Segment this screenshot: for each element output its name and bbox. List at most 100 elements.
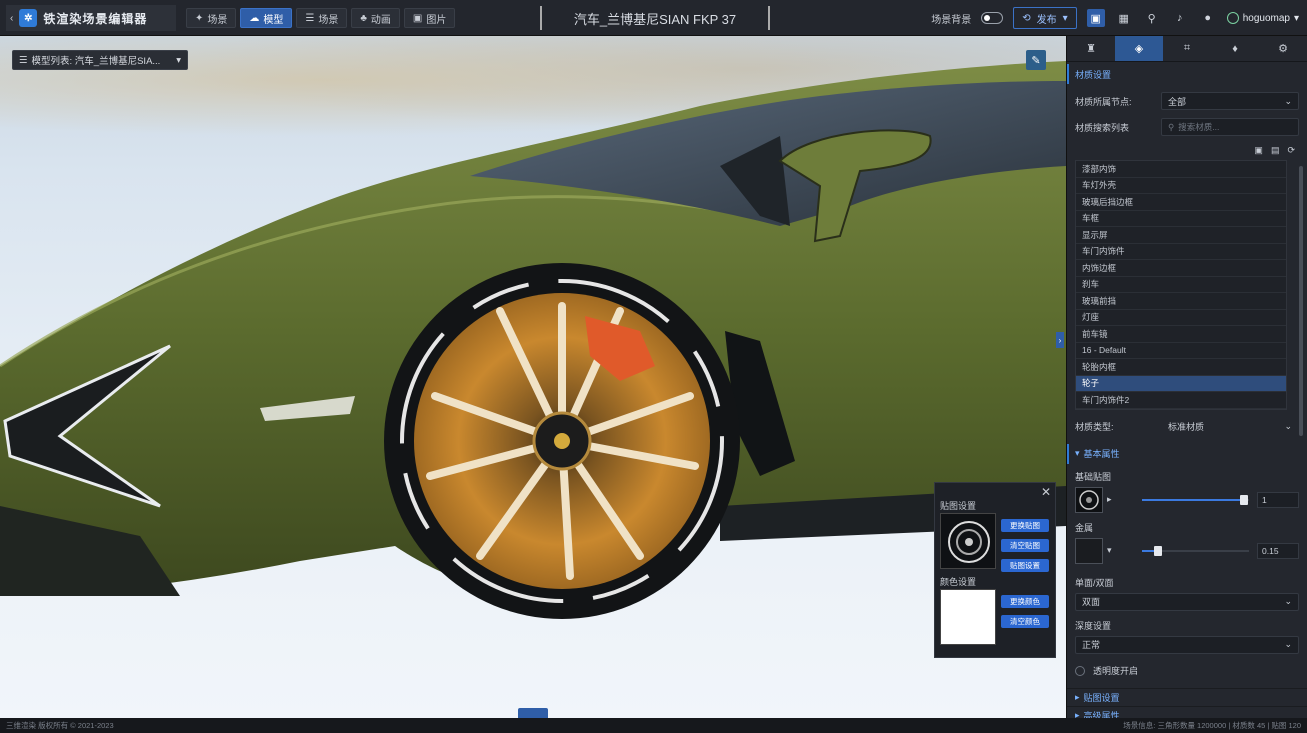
refresh-icon[interactable]: ⟳	[1287, 145, 1295, 156]
list-item[interactable]: 玻璃前挡	[1076, 293, 1286, 310]
user-chevron-icon: ▾	[1293, 12, 1299, 24]
texture-settings-header[interactable]: ▸ 贴图设置	[1067, 687, 1307, 706]
material-search-row: 材质搜索列表 ⚲ 搜索材质...	[1067, 116, 1307, 138]
bg-toggle[interactable]	[981, 12, 1004, 24]
material-node-select[interactable]: 全部 ⌄	[1161, 92, 1299, 110]
avatar	[1226, 12, 1239, 24]
model-list-dropdown[interactable]: ☰ 模型列表: 汽车_兰博基尼SIA... ▾	[12, 50, 188, 70]
chevron-down-icon: ⌄	[1284, 421, 1292, 431]
close-icon[interactable]: ✕	[1041, 485, 1051, 499]
back-icon[interactable]: ‹	[10, 13, 13, 24]
save-icon[interactable]: ▣	[1086, 9, 1105, 27]
blend-select[interactable]: 双面 ⌄	[1075, 592, 1299, 611]
chevron-down-icon: ▾	[1062, 12, 1068, 24]
user-menu[interactable]: hoguomap ▾	[1226, 12, 1299, 24]
option-checkbox[interactable]	[1075, 665, 1085, 676]
depth-row: 正常 ⌄	[1067, 634, 1307, 656]
texture-settings-button[interactable]: 贴图设置	[1001, 559, 1049, 572]
mode-tab-model[interactable]: ☁ 模型	[240, 8, 293, 28]
light-icon: ♦	[1232, 42, 1238, 55]
tab-transform[interactable]: ⌗	[1163, 36, 1211, 61]
list-item[interactable]: 车灯外壳	[1076, 177, 1286, 194]
list-item[interactable]: 玻璃后挡边框	[1076, 194, 1286, 211]
3d-viewport[interactable]: ☰ 模型列表: 汽车_兰博基尼SIA... ▾ ✎ › ✕ 贴图设置 更换贴图 …	[0, 36, 1066, 718]
clear-texture-button[interactable]: 清空贴图	[1001, 539, 1049, 552]
blend-row: 双面 ⌄	[1067, 591, 1307, 613]
swatch-arrow-icon[interactable]: ▸	[1107, 494, 1112, 505]
material-list: 漆部内饰 车灯外壳 玻璃后挡边框 车框 显示屏 车门内饰件 内饰边框 刹车 玻璃前挡 灯座 前车镜 1…	[1075, 160, 1287, 410]
metal-slider-knob[interactable]	[1153, 545, 1162, 556]
color-thumbnail[interactable]	[940, 589, 996, 645]
status-bar: 三维渲染 版权所有 © 2021-2023 场景信息: 三角形数量 120000…	[0, 718, 1307, 733]
mode-tab-scene[interactable]: ✦ 场景	[186, 8, 237, 28]
list-item[interactable]: 轮子	[1076, 375, 1286, 392]
bg-toggle-label: 场景背景	[931, 14, 972, 26]
list-item[interactable]: 前车镜	[1076, 326, 1286, 343]
base-color-value[interactable]: 1	[1257, 491, 1299, 508]
scene-icon: ✦	[195, 12, 204, 24]
list-icon: ☰	[305, 12, 315, 24]
copy-icon[interactable]: ▣	[1254, 145, 1263, 156]
hub-logo	[554, 433, 570, 449]
sidebar-tabs: ♜ ◈ ⌗ ♦ ⚙	[1067, 36, 1307, 62]
mode-tab-image[interactable]: ▣ 图片	[403, 8, 456, 28]
paste-icon[interactable]: ▤	[1271, 145, 1280, 156]
list-item[interactable]: 车门内饰件	[1076, 243, 1286, 260]
top-right-tools: 场景背景 ⟲ 发布 ▾ ▣ ▦ ⚲ ♪ ● hoguomap ▾	[931, 7, 1299, 29]
publish-button[interactable]: ⟲ 发布 ▾	[1013, 7, 1077, 29]
shader-row: 材质类型: 标准材质 ⌄	[1067, 416, 1307, 438]
properties-sidebar: ♜ ◈ ⌗ ♦ ⚙ 材质设置 材质所属节点: 全部 ⌄ 材质搜索列表 ⚲ 搜索材质.…	[1066, 36, 1307, 721]
tab-settings[interactable]: ⚙	[1259, 36, 1307, 61]
depth-select[interactable]: 正常 ⌄	[1075, 635, 1299, 654]
texture-panel: ✕ 贴图设置 更换贴图 清空贴图 贴图设置 颜色设置 更换颜色 清空颜色	[934, 482, 1056, 658]
mode-tab-animation[interactable]: ♣ 动画	[351, 8, 400, 28]
grid-icon[interactable]: ▦	[1115, 9, 1133, 27]
tab-light[interactable]: ♦	[1211, 36, 1259, 61]
model-icon: ☁	[249, 12, 260, 24]
tab-hierarchy[interactable]: ♜	[1067, 36, 1115, 61]
swatch-arrow-icon[interactable]: ▾	[1107, 545, 1112, 556]
base-color-swatch[interactable]	[1075, 486, 1103, 513]
app-logo[interactable]: ‹ ✲ 铁渲染场景编辑器	[6, 5, 176, 31]
list-item[interactable]: 漆部内饰	[1076, 161, 1286, 178]
base-color-slider-knob[interactable]	[1239, 494, 1248, 505]
bottom-panel-toggle[interactable]	[518, 708, 548, 718]
replace-color-button[interactable]: 更换颜色	[1001, 595, 1049, 608]
list-item[interactable]: 灯座	[1076, 309, 1286, 326]
metal-slider[interactable]	[1141, 545, 1249, 556]
tab-material[interactable]: ◈	[1115, 36, 1163, 61]
list-item[interactable]: 车框	[1076, 210, 1286, 227]
search-icon[interactable]: ⚲	[1143, 9, 1161, 27]
metal-swatch[interactable]	[1075, 537, 1103, 564]
edit-pen-button[interactable]: ✎	[1026, 50, 1046, 70]
metal-value[interactable]: 0.15	[1257, 542, 1299, 559]
mode-tab-scene-2[interactable]: ☰ 场景	[296, 8, 348, 28]
publish-icon: ⟲	[1022, 12, 1031, 24]
color-section-label: 颜色设置	[940, 577, 977, 587]
material-search-input[interactable]: ⚲ 搜索材质...	[1161, 118, 1299, 136]
list-item[interactable]: 刹车	[1076, 276, 1286, 293]
chevron-down-icon: ⌄	[1284, 639, 1292, 649]
document-title: 汽车_兰博基尼SIAN FKP 37	[540, 6, 770, 30]
list-item[interactable]: 轮胎内框	[1076, 359, 1286, 376]
mode-tabs: ✦ 场景 ☁ 模型 ☰ 场景 ♣ 动画 ▣ 图片	[186, 8, 456, 28]
clear-color-button[interactable]: 清空颜色	[1001, 615, 1049, 628]
list-item[interactable]: 16 - Default	[1076, 342, 1286, 359]
material-list-scrollbar[interactable]	[1299, 166, 1303, 436]
shader-select[interactable]: 标准材质 ⌄	[1161, 418, 1299, 436]
chevron-right-icon: ›	[1058, 335, 1062, 345]
list-item[interactable]: 车门内饰件2	[1076, 392, 1286, 409]
list-item[interactable]: 显示屏	[1076, 227, 1286, 244]
texture-thumbnail[interactable]	[940, 513, 996, 569]
base-color-slider[interactable]	[1141, 494, 1249, 505]
help-icon[interactable]: ●	[1199, 9, 1217, 27]
material-node-row: 材质所属节点: 全部 ⌄	[1067, 90, 1307, 112]
props-section-header[interactable]: ▾ 基本属性	[1067, 443, 1307, 464]
bell-icon[interactable]: ♪	[1171, 9, 1189, 27]
gear-icon: ⚙	[1278, 43, 1288, 55]
replace-texture-button[interactable]: 更换贴图	[1001, 519, 1049, 532]
material-section-header[interactable]: 材质设置	[1067, 64, 1307, 84]
list-item[interactable]: 内饰边框	[1076, 260, 1286, 277]
tree-icon: ♜	[1086, 43, 1096, 55]
panel-collapse-handle[interactable]: ›	[1056, 332, 1064, 348]
